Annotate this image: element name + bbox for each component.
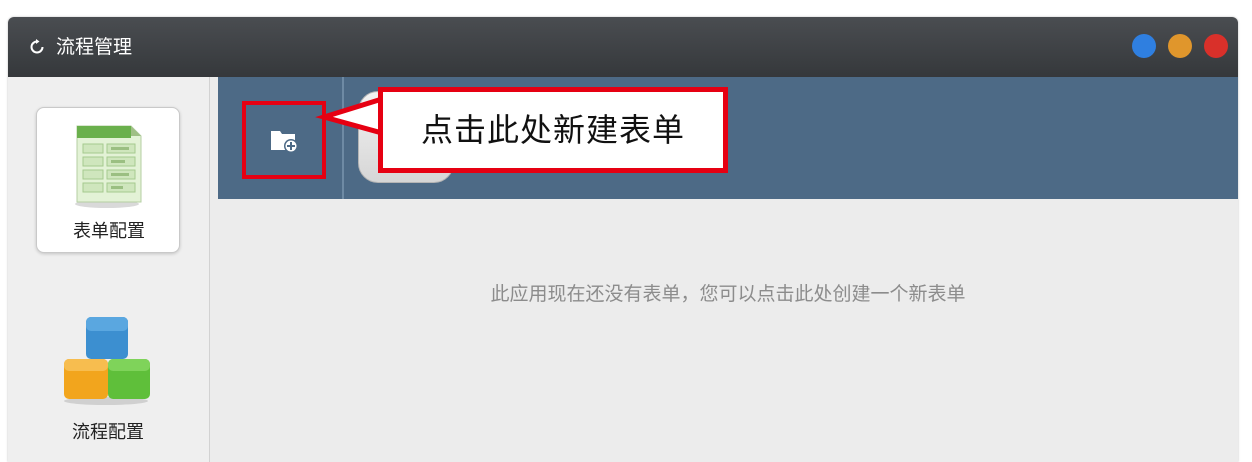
- app-window: 流程管理 表单配置 流程配置 点击此处新建表单 此应用现在还没有表单，您可以点击…: [8, 17, 1238, 462]
- toolbar-divider: [342, 77, 344, 199]
- close-button[interactable]: [1204, 34, 1228, 58]
- content-area: 此应用现在还没有表单，您可以点击此处创建一个新表单: [218, 199, 1238, 462]
- new-form-button[interactable]: [242, 101, 326, 179]
- empty-state-message[interactable]: 此应用现在还没有表单，您可以点击此处创建一个新表单: [218, 281, 1238, 307]
- window-title: 流程管理: [56, 36, 133, 58]
- sidebar-item-process-config[interactable]: 流程配置: [36, 309, 180, 455]
- callout-text: 点击此处新建表单: [420, 111, 685, 149]
- maximize-button[interactable]: [1168, 34, 1192, 58]
- folder-add-icon: [271, 131, 298, 153]
- callout-tooltip: 点击此处新建表单: [378, 87, 728, 173]
- sidebar-item-label: 表单配置: [73, 221, 145, 242]
- sidebar-item-label: 流程配置: [72, 422, 144, 443]
- form-sheet-icon: [75, 125, 142, 208]
- minimize-button[interactable]: [1132, 34, 1156, 58]
- refresh-icon: [30, 39, 44, 54]
- blocks-icon: [64, 317, 150, 405]
- toolbar: 点击此处新建表单: [218, 77, 1238, 199]
- sidebar-item-form-config[interactable]: 表单配置: [36, 107, 180, 253]
- title-bar[interactable]: 流程管理: [8, 17, 1238, 77]
- sidebar: 表单配置 流程配置: [8, 77, 210, 462]
